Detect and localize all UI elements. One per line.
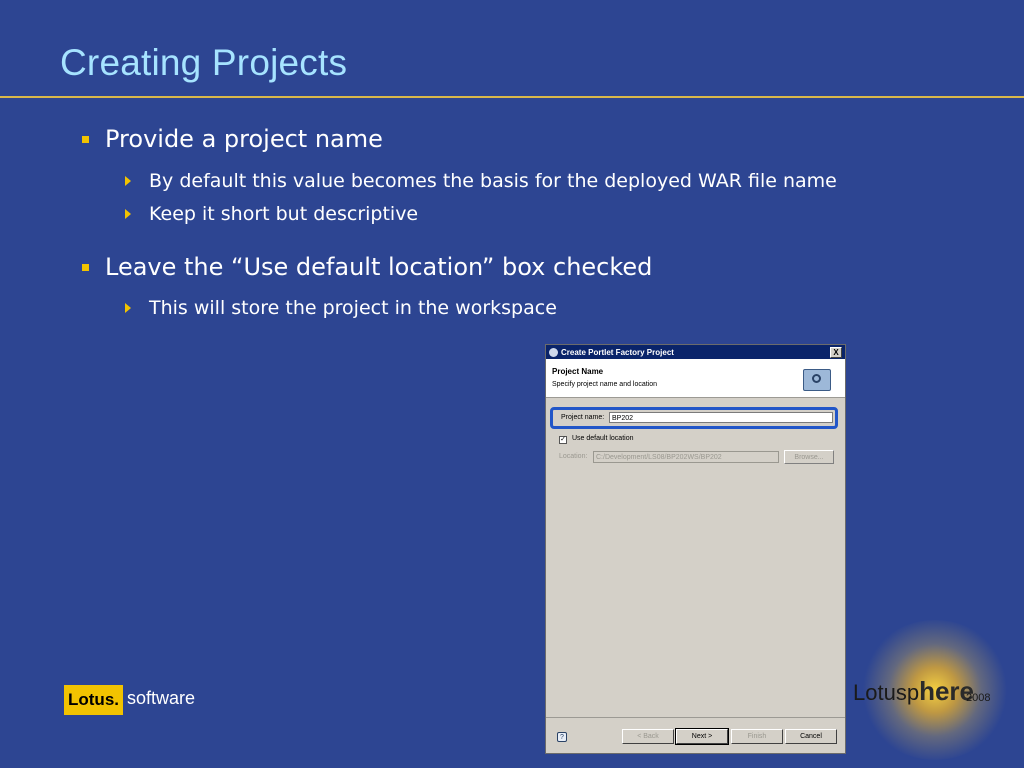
bullet-square-icon: [82, 136, 89, 143]
bullet-arrow-icon: [125, 303, 131, 313]
location-label: Location:: [559, 453, 588, 460]
wizard-banner: Project Name Specify project name and lo…: [546, 359, 845, 398]
finish-button[interactable]: Finish: [731, 729, 783, 744]
wizard-page-description: Specify project name and location: [552, 381, 658, 388]
close-icon[interactable]: X: [830, 347, 842, 358]
browse-button[interactable]: Browse...: [784, 450, 834, 464]
dialog-title: Create Portlet Factory Project: [561, 347, 674, 357]
lotusphere-logo: Lotusphere: [853, 676, 974, 707]
create-project-dialog: Create Portlet Factory Project X Project…: [545, 344, 846, 754]
sub-bullet-text: This will store the project in the works…: [149, 297, 557, 319]
software-wordmark: software: [127, 688, 196, 708]
cancel-button[interactable]: Cancel: [785, 729, 837, 744]
eclipse-app-icon: [549, 347, 558, 357]
wizard-page-title: Project Name: [552, 367, 604, 376]
lotusphere-prefix: Lotusp: [853, 680, 920, 705]
project-name-label: Project name:: [561, 414, 605, 421]
project-name-input[interactable]: BP202: [609, 412, 833, 423]
next-button[interactable]: Next >: [675, 728, 729, 745]
project-name-highlight: Project name: BP202: [550, 407, 838, 429]
sub-bullet-text: By default this value becomes the basis …: [149, 170, 837, 192]
help-icon[interactable]: ?: [557, 732, 567, 742]
location-input[interactable]: C:/Development/LS08/BP202WS/BP202: [593, 451, 779, 463]
sub-bullet-text: Keep it short but descriptive: [149, 203, 419, 225]
bullet-1-text: Provide a project name: [105, 125, 383, 153]
footer-divider: [546, 717, 845, 718]
bullet-arrow-icon: [125, 209, 131, 219]
lotus-logo: Lotus.: [64, 685, 123, 715]
bullet-arrow-icon: [125, 176, 131, 186]
lotusphere-year: 2008: [966, 692, 991, 704]
wizard-banner-icon: [803, 369, 831, 391]
slide-title: Creating Projects: [60, 42, 348, 83]
bullet-2-text: Leave the “Use default location” box che…: [105, 253, 653, 281]
title-divider: [0, 96, 1024, 98]
bullet-square-icon: [82, 264, 89, 271]
dialog-titlebar[interactable]: Create Portlet Factory Project X: [546, 345, 845, 359]
back-button[interactable]: < Back: [622, 729, 674, 744]
use-default-location-label[interactable]: Use default location: [572, 435, 633, 442]
checkbox-checked-icon[interactable]: ✓: [559, 436, 567, 444]
